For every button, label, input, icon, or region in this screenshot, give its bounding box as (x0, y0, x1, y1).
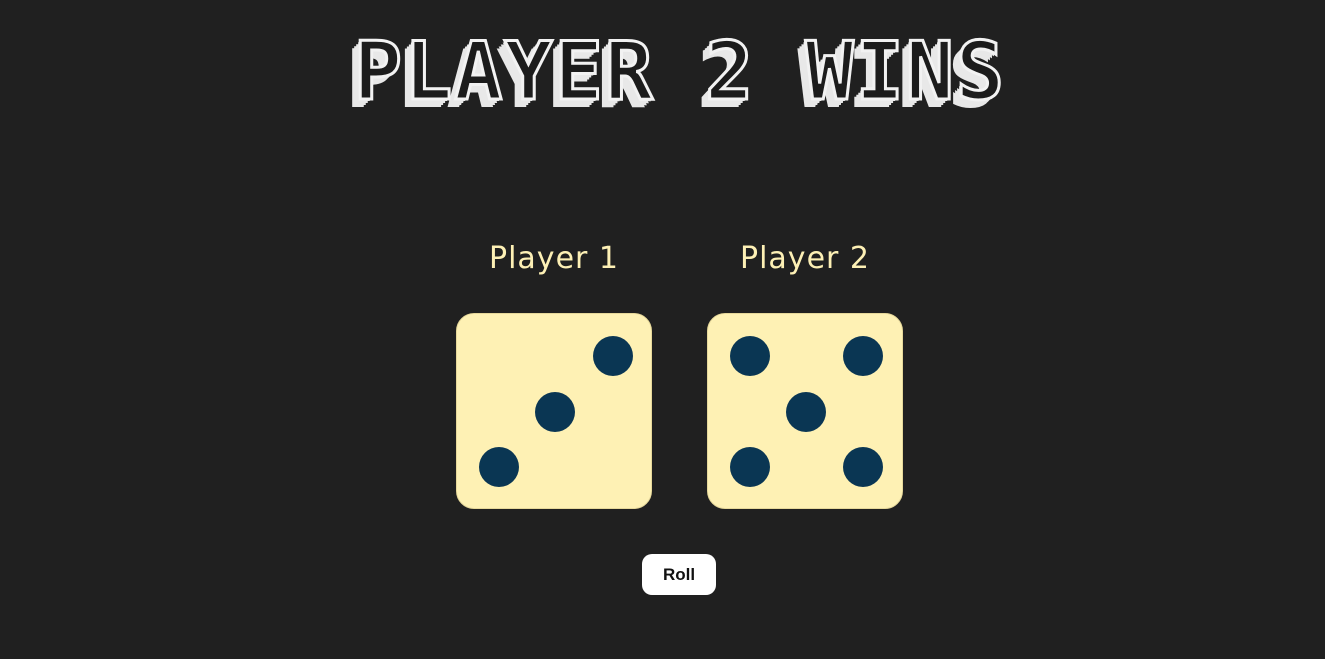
game-screen: PLAYER 2 WINS Player 1 Player 2 Roll (0, 0, 1325, 659)
player-1-label: Player 1 (489, 241, 619, 276)
die-pip (843, 336, 883, 376)
die-pip (593, 336, 633, 376)
player-2-die (707, 313, 903, 509)
die-pip (730, 336, 770, 376)
die-pip (786, 392, 826, 432)
player-2-label: Player 2 (740, 241, 870, 276)
roll-button[interactable]: Roll (642, 554, 716, 595)
player-1-die (456, 313, 652, 509)
die-pip (479, 447, 519, 487)
player-2-panel: Player 2 (680, 236, 930, 509)
die-pip (535, 392, 575, 432)
die-pip (843, 447, 883, 487)
die-pip (730, 447, 770, 487)
player-1-panel: Player 1 (429, 236, 679, 509)
result-title: PLAYER 2 WINS (352, 24, 1007, 120)
